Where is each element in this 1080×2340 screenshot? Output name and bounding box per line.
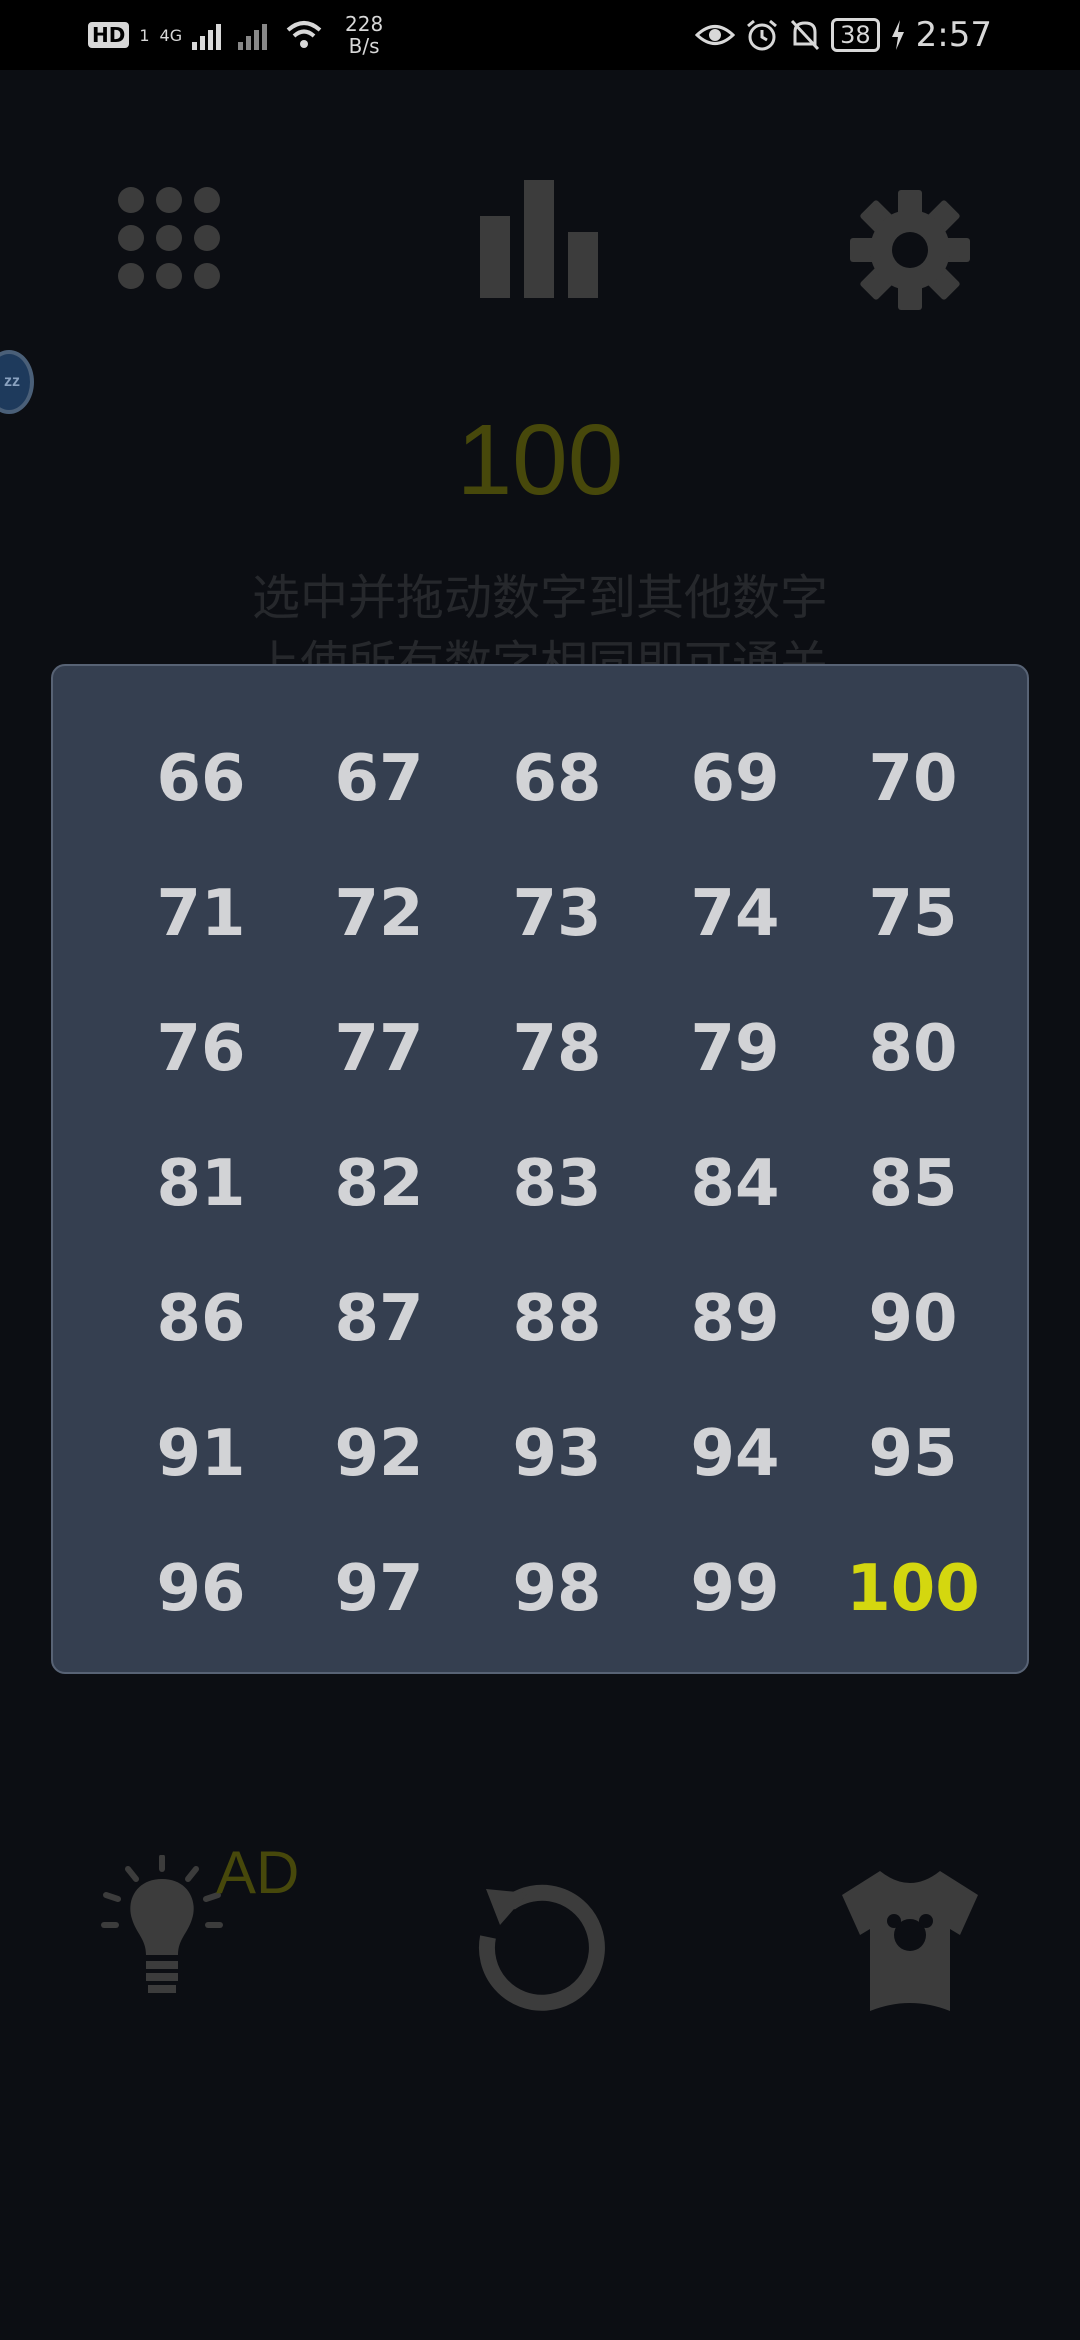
dot bbox=[194, 263, 220, 289]
level-button-82[interactable]: 82 bbox=[290, 1116, 468, 1251]
level-button-69[interactable]: 69 bbox=[646, 711, 824, 846]
level-button-94[interactable]: 94 bbox=[646, 1386, 824, 1521]
network-speed-value: 228 bbox=[345, 12, 384, 36]
level-button-74[interactable]: 74 bbox=[646, 846, 824, 981]
level-button-77[interactable]: 77 bbox=[290, 981, 468, 1116]
level-button-78[interactable]: 78 bbox=[468, 981, 646, 1116]
dot bbox=[118, 263, 144, 289]
network-speed: 228 B/s bbox=[334, 13, 394, 57]
level-button-87[interactable]: 87 bbox=[290, 1251, 468, 1386]
restart-icon[interactable] bbox=[470, 1875, 610, 2015]
level-button-95[interactable]: 95 bbox=[824, 1386, 1002, 1521]
level-button-86[interactable]: 86 bbox=[112, 1251, 290, 1386]
battery-indicator: 38 bbox=[831, 18, 880, 52]
level-button-85[interactable]: 85 bbox=[824, 1116, 1002, 1251]
level-button-96[interactable]: 96 bbox=[112, 1521, 290, 1656]
dot bbox=[118, 187, 144, 213]
level-button-98[interactable]: 98 bbox=[468, 1521, 646, 1656]
level-button-67[interactable]: 67 bbox=[290, 711, 468, 846]
leaderboard-icon[interactable] bbox=[478, 180, 600, 298]
signal-icon bbox=[192, 24, 222, 50]
level-button-66[interactable]: 66 bbox=[112, 711, 290, 846]
level-button-70[interactable]: 70 bbox=[824, 711, 1002, 846]
level-button-100[interactable]: 100 bbox=[824, 1521, 1002, 1656]
level-button-88[interactable]: 88 bbox=[468, 1251, 646, 1386]
instruction-line-1: 选中并拖动数字到其他数字 bbox=[251, 570, 828, 626]
status-bar-left: HD 1 4G 228 B/s bbox=[88, 13, 394, 57]
level-button-79[interactable]: 79 bbox=[646, 981, 824, 1116]
level-button-76[interactable]: 76 bbox=[112, 981, 290, 1116]
dot bbox=[156, 187, 182, 213]
ad-label: AD bbox=[216, 1839, 300, 1906]
dot bbox=[194, 187, 220, 213]
eye-icon bbox=[695, 25, 736, 45]
dot bbox=[156, 263, 182, 289]
level-button-83[interactable]: 83 bbox=[468, 1116, 646, 1251]
status-bar-right: 38 2:57 bbox=[695, 15, 992, 55]
clock: 2:57 bbox=[915, 15, 992, 55]
level-button-71[interactable]: 71 bbox=[112, 846, 290, 981]
mute-icon bbox=[790, 19, 820, 51]
level-button-90[interactable]: 90 bbox=[824, 1251, 1002, 1386]
signal-2-icon bbox=[238, 24, 268, 50]
status-bar: HD 1 4G 228 B/s 38 2:57 bbox=[0, 0, 1080, 70]
level-button-72[interactable]: 72 bbox=[290, 846, 468, 981]
level-button-92[interactable]: 92 bbox=[290, 1386, 468, 1521]
level-button-68[interactable]: 68 bbox=[468, 711, 646, 846]
charging-icon bbox=[891, 20, 904, 50]
score-display: 100 bbox=[456, 404, 624, 516]
level-grid: 66 67 68 69 70 71 72 73 74 75 76 77 78 79 80 81 82 83 84 85… bbox=[53, 666, 1027, 1672]
network-type: 4G bbox=[159, 25, 183, 45]
skin-shirt-icon[interactable] bbox=[840, 1865, 980, 2015]
bubble-label: zz bbox=[4, 373, 20, 390]
level-select-panel: 66 67 68 69 70 71 72 73 74 75 76 77 78 79 80 81 82 83 84 85… bbox=[51, 664, 1029, 1674]
alarm-icon bbox=[747, 19, 778, 51]
app-root: HD 1 4G 228 B/s 38 2:57 zz 100 选中并拖动数字到其… bbox=[0, 0, 1080, 2340]
levels-grid-icon[interactable] bbox=[118, 187, 222, 291]
level-button-97[interactable]: 97 bbox=[290, 1521, 468, 1656]
network-speed-unit: B/s bbox=[348, 34, 380, 58]
level-button-81[interactable]: 81 bbox=[112, 1116, 290, 1251]
hd-badge: HD bbox=[88, 22, 130, 48]
level-button-89[interactable]: 89 bbox=[646, 1251, 824, 1386]
level-button-73[interactable]: 73 bbox=[468, 846, 646, 981]
wifi-icon bbox=[286, 21, 322, 48]
level-button-80[interactable]: 80 bbox=[824, 981, 1002, 1116]
dot bbox=[156, 225, 182, 251]
settings-gear-icon[interactable] bbox=[850, 190, 970, 310]
dot bbox=[194, 225, 220, 251]
level-button-93[interactable]: 93 bbox=[468, 1386, 646, 1521]
level-button-99[interactable]: 99 bbox=[646, 1521, 824, 1656]
dot bbox=[118, 225, 144, 251]
hd-sub-label: 1 bbox=[139, 25, 150, 45]
level-button-91[interactable]: 91 bbox=[112, 1386, 290, 1521]
level-button-84[interactable]: 84 bbox=[646, 1116, 824, 1251]
level-button-75[interactable]: 75 bbox=[824, 846, 1002, 981]
